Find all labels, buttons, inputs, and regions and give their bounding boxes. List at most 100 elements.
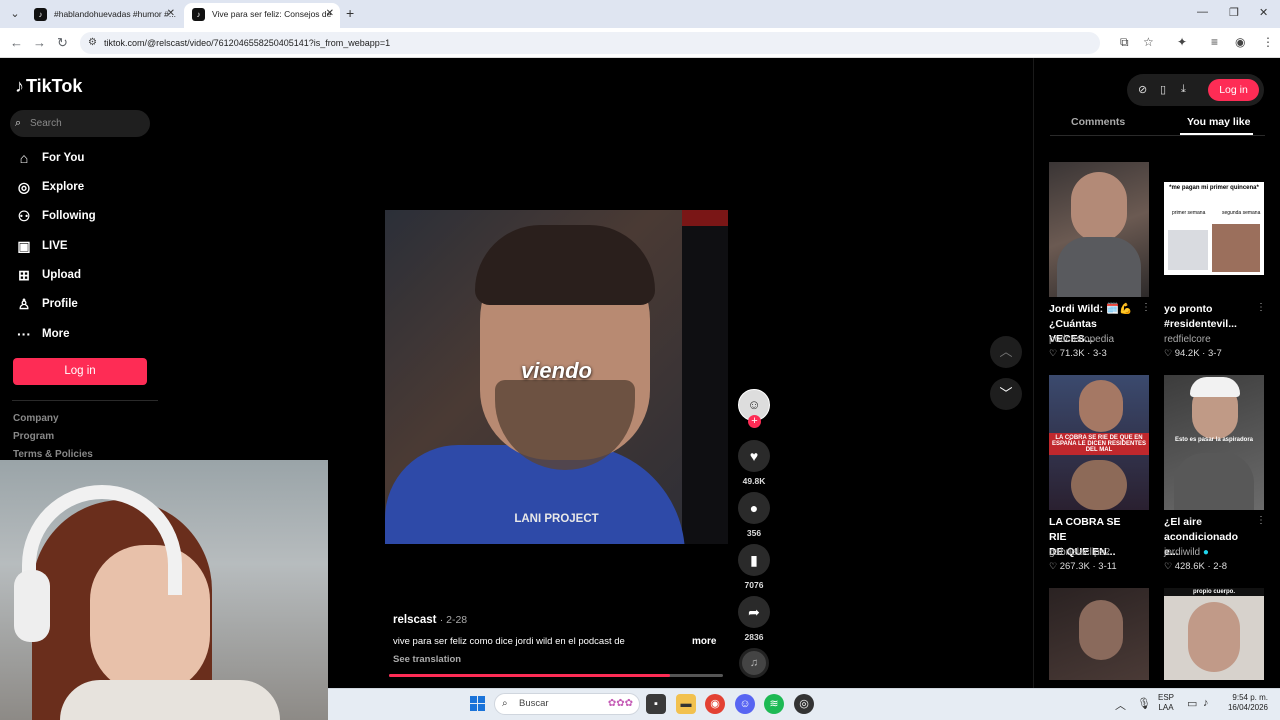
nav-for-you[interactable]: ⌂ For You <box>15 148 85 168</box>
suggested-video-thumb-1[interactable] <box>1049 162 1149 297</box>
network-icon[interactable]: ▭ <box>1187 697 1197 710</box>
nav-profile[interactable]: ♙ Profile <box>15 294 78 314</box>
windows-start-icon[interactable] <box>470 696 486 712</box>
video-caption: viendo <box>521 358 592 383</box>
discord-icon[interactable]: ☺ <box>735 694 755 714</box>
close-tab-icon[interactable]: ✕ <box>167 3 175 25</box>
coin-icon[interactable]: ⊘ <box>1138 83 1147 96</box>
screen: ⌄ ♪ #hablandohuevadas #humor #... ✕ ♪ Vi… <box>0 0 1280 720</box>
file-explorer-icon[interactable]: ▬ <box>676 694 696 714</box>
title-line: LA COBRA SE RIE <box>1049 516 1121 543</box>
video-player[interactable]: viendo LANI PROJECT <box>385 210 728 544</box>
see-translation-link[interactable]: See translation <box>393 654 461 665</box>
more-options-icon[interactable]: ⋮ <box>1256 515 1266 526</box>
task-view-icon[interactable]: ▪ <box>646 694 666 714</box>
tab-title: Vive para ser feliz: Consejos de <box>212 9 332 19</box>
thumb-cap <box>1190 377 1240 397</box>
bookmark-icon: ▮ <box>750 552 758 568</box>
sidebar-login-button[interactable]: Log in <box>13 358 147 385</box>
webcam-overlay <box>0 460 328 720</box>
headphones-earcup <box>14 570 50 642</box>
browser-tab-2[interactable]: ♪ Vive para ser feliz: Consejos de ✕ <box>184 3 340 28</box>
minimize-icon[interactable]: — <box>1197 6 1208 18</box>
chevron-up-icon: ︿ <box>999 344 1013 359</box>
download-icon[interactable]: ⤓ <box>1181 83 1186 96</box>
volume-icon[interactable]: ♪ <box>1203 697 1209 709</box>
search-icon: ⌕ <box>15 117 22 129</box>
phone-icon[interactable]: ▯ <box>1160 83 1166 96</box>
video-author[interactable]: relscast · 2-28 <box>393 614 467 626</box>
suggested-video-thumb-3[interactable]: LA COBRA SE RIE DE QUE EN ESPAÑA LE DICE… <box>1049 375 1149 510</box>
like-count: 49.8K <box>742 476 766 486</box>
profile-avatar-icon[interactable]: ◉ <box>1235 35 1245 49</box>
footer-link-terms[interactable]: Terms & Policies <box>13 449 93 460</box>
nav-following[interactable]: ⚇ Following <box>15 206 96 226</box>
suggested-video-thumb-4[interactable]: Esto es pasar la aspiradora <box>1164 375 1264 510</box>
taskbar-search-input[interactable]: ⌕ Buscar ✿✿✿ <box>494 693 640 715</box>
share-button[interactable]: ➦ <box>738 596 770 628</box>
suggested-video-title-2[interactable]: yo pronto #residentevil... <box>1164 302 1252 332</box>
close-tab-icon[interactable]: ✕ <box>326 3 334 25</box>
obs-icon[interactable]: ◎ <box>794 694 814 714</box>
nav-label: For You <box>42 152 85 164</box>
lang-line: LAA <box>1158 703 1174 712</box>
next-video-button[interactable]: ﹀ <box>990 378 1022 410</box>
media-control-icon[interactable]: ≡ <box>1211 35 1218 49</box>
comment-button[interactable]: ● <box>738 492 770 524</box>
chrome-menu-icon[interactable]: ⋮ <box>1262 35 1274 49</box>
thumb-text: propio cuerpo. <box>1164 588 1264 596</box>
language-indicator[interactable]: ESP LAA <box>1158 693 1174 713</box>
save-button[interactable]: ▮ <box>738 544 770 576</box>
tiktok-logo[interactable]: ♪ TikTok <box>15 76 82 97</box>
video-progress-bar[interactable] <box>389 674 723 677</box>
top-login-button[interactable]: Log in <box>1208 79 1259 101</box>
tray-expand-icon[interactable]: ︿ <box>1115 697 1126 713</box>
nav-explore[interactable]: ◎ Explore <box>15 177 84 197</box>
tab-search-chevron-icon[interactable]: ⌄ <box>6 5 24 23</box>
install-app-icon[interactable]: ⧉ <box>1120 35 1129 50</box>
music-disc-icon[interactable]: ♫ <box>739 648 769 678</box>
more-button[interactable]: more <box>692 636 716 647</box>
suggested-video-user-3[interactable]: gabrielaclips2 <box>1049 547 1110 558</box>
reload-icon[interactable]: ↻ <box>57 35 68 51</box>
follow-plus-icon[interactable]: + <box>748 415 761 428</box>
microphone-icon[interactable]: 🎙 <box>1137 697 1151 710</box>
chrome-icon[interactable]: ◉ <box>705 694 725 714</box>
window-close-icon[interactable]: ✕ <box>1259 6 1268 19</box>
search-input[interactable]: ⌕ Search <box>10 110 150 137</box>
back-icon[interactable]: ← <box>10 35 23 50</box>
url-field[interactable]: ⚙ tiktok.com/@relscast/video/76120465582… <box>80 32 1100 54</box>
previous-video-button[interactable]: ︿ <box>990 336 1022 368</box>
suggested-video-user-2[interactable]: redfielcore <box>1164 334 1211 345</box>
forward-icon[interactable]: → <box>33 35 46 50</box>
nav-upload[interactable]: ⊞ Upload <box>15 265 81 285</box>
suggested-video-stats-3: ♡ 267.3K · 3-11 <box>1049 561 1117 572</box>
tab-you-may-like[interactable]: You may like <box>1187 116 1250 128</box>
restore-icon[interactable]: ❐ <box>1229 6 1239 19</box>
thumb-face <box>1188 602 1240 672</box>
spotify-icon[interactable]: ≋ <box>764 694 784 714</box>
nav-label: LIVE <box>42 240 68 252</box>
tab-comments[interactable]: Comments <box>1071 116 1125 128</box>
suggested-video-thumb-5[interactable] <box>1049 588 1149 680</box>
nav-more[interactable]: ··· More <box>15 324 69 344</box>
suggested-video-stats-4: ♡ 428.6K · 2-8 <box>1164 561 1228 572</box>
suggested-video-thumb-2[interactable]: *me pagan mi primer quincena* primer sem… <box>1164 182 1264 275</box>
lang-line: ESP <box>1158 693 1175 702</box>
footer-link-program[interactable]: Program <box>13 431 54 442</box>
like-button[interactable]: ♥ <box>738 440 770 472</box>
suggested-video-user-4[interactable]: jordiwild ● <box>1164 547 1209 558</box>
video-date: 3-11 <box>1098 561 1117 572</box>
more-options-icon[interactable]: ⋮ <box>1141 302 1151 313</box>
clock[interactable]: 9:54 p. m. 16/04/2026 <box>1222 693 1268 713</box>
suggested-video-user-1[interactable]: podcastopedia <box>1049 334 1114 345</box>
more-options-icon[interactable]: ⋮ <box>1256 302 1266 313</box>
suggested-video-thumb-6[interactable]: propio cuerpo. <box>1164 588 1264 680</box>
footer-link-company[interactable]: Company <box>13 413 59 424</box>
nav-live[interactable]: ▣ LIVE <box>15 236 68 256</box>
new-tab-icon[interactable]: + <box>346 5 354 21</box>
site-info-icon[interactable]: ⚙ <box>88 32 97 54</box>
extensions-icon[interactable]: ✦ <box>1177 35 1187 49</box>
browser-tab-1[interactable]: ♪ #hablandohuevadas #humor #... ✕ <box>26 3 181 28</box>
bookmark-star-icon[interactable]: ☆ <box>1143 35 1154 49</box>
